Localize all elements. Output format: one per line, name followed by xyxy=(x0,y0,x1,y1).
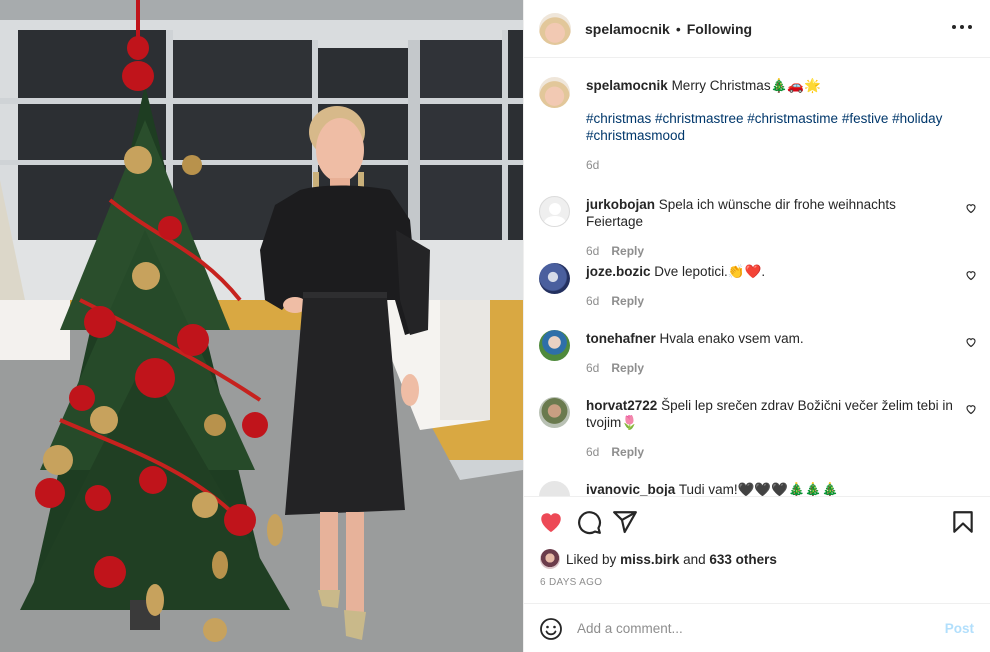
add-comment-bar: Add a comment... Post xyxy=(524,603,990,652)
liked-by-prefix: Liked by xyxy=(566,551,617,567)
likes-count-link[interactable]: 633 others xyxy=(709,552,777,567)
like-comment-icon[interactable] xyxy=(965,403,977,415)
liked-by-user[interactable]: miss.birk xyxy=(620,552,679,567)
comment-username[interactable]: tonehafner xyxy=(586,331,656,346)
like-comment-icon[interactable] xyxy=(965,336,977,348)
following-button[interactable]: Following xyxy=(687,21,752,37)
post-photo[interactable] xyxy=(0,0,523,652)
comment-username[interactable]: horvat2722 xyxy=(586,398,657,413)
commenter-avatar[interactable] xyxy=(539,263,570,294)
comment-time[interactable]: 6d xyxy=(586,361,599,375)
commenter-avatar[interactable] xyxy=(539,481,570,496)
post-comment-button[interactable]: Post xyxy=(945,621,974,636)
caption-username[interactable]: spelamocnik xyxy=(586,78,668,93)
comments-list[interactable]: spelamocnik Merry Christmas🎄🚗🌟 #christma… xyxy=(524,59,990,496)
commenter-avatar[interactable] xyxy=(539,196,570,227)
author-avatar[interactable] xyxy=(539,12,571,45)
emoji-icon[interactable] xyxy=(539,617,563,641)
comment-time[interactable]: 6d xyxy=(586,244,599,258)
comment-username[interactable]: joze.bozic xyxy=(586,264,651,279)
bookmark-icon[interactable] xyxy=(950,509,976,535)
share-icon[interactable] xyxy=(612,509,638,535)
comment-icon[interactable] xyxy=(576,509,602,535)
comment-username[interactable]: jurkobojan xyxy=(586,197,655,212)
post-header: spelamocnik • Following xyxy=(524,0,990,58)
reply-button[interactable]: Reply xyxy=(611,361,644,375)
caption-text: Merry Christmas🎄🚗🌟 xyxy=(671,78,821,93)
reply-button[interactable]: Reply xyxy=(611,445,644,459)
author-username[interactable]: spelamocnik xyxy=(585,21,670,37)
heart-filled-icon[interactable] xyxy=(538,509,564,535)
liked-by-suffix: and xyxy=(683,551,706,567)
comment-username[interactable]: ivanovic_boja xyxy=(586,482,675,496)
commenter-avatar[interactable] xyxy=(539,330,570,361)
comment-text: Tudi vam!🖤🖤🖤🎄🎄🎄 xyxy=(678,482,839,496)
header-separator: • xyxy=(675,20,681,37)
reply-button[interactable]: Reply xyxy=(611,294,644,308)
comment-text: Hvala enako vsem vam. xyxy=(659,331,804,346)
likes-summary: Liked by miss.birk and 633 others xyxy=(540,549,777,569)
commenter-avatar[interactable] xyxy=(539,397,570,428)
author-avatar[interactable] xyxy=(539,77,570,108)
like-comment-icon[interactable] xyxy=(965,202,977,214)
more-options-icon[interactable] xyxy=(952,17,972,37)
caption-time[interactable]: 6d xyxy=(586,158,599,172)
comment-time[interactable]: 6d xyxy=(586,294,599,308)
post-timestamp[interactable]: 6 DAYS AGO xyxy=(540,577,602,588)
comment-text: Dve lepotici.👏❤️. xyxy=(654,264,766,279)
caption-hashtags[interactable]: #christmas #christmastree #christmastime… xyxy=(586,110,955,144)
like-comment-icon[interactable] xyxy=(965,269,977,281)
post-details-panel: spelamocnik • Following spelamocnik Merr… xyxy=(523,0,990,652)
comment-time[interactable]: 6d xyxy=(586,445,599,459)
liker-avatar[interactable] xyxy=(540,549,560,569)
comment-input[interactable]: Add a comment... xyxy=(577,621,683,636)
post-actions: Liked by miss.birk and 633 others 6 DAYS… xyxy=(524,496,990,646)
reply-button[interactable]: Reply xyxy=(611,244,644,258)
